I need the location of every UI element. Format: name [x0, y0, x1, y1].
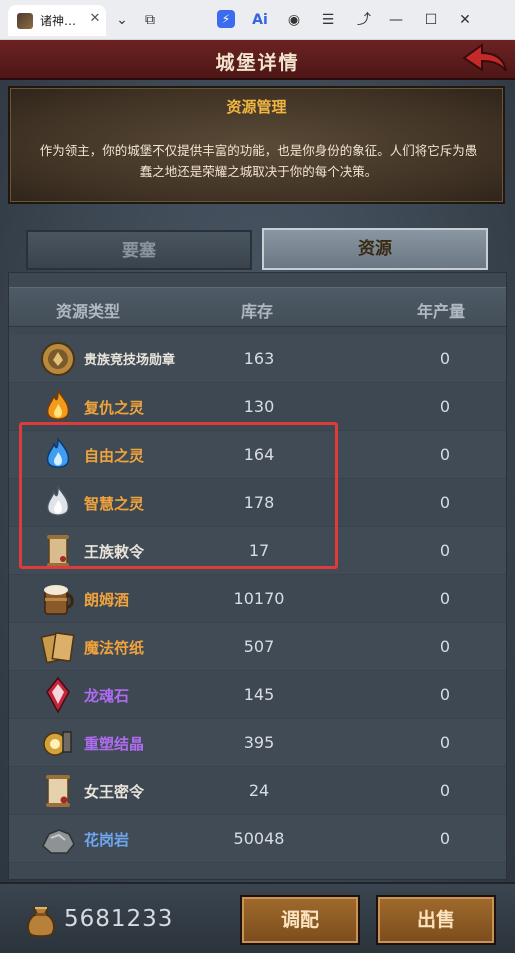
talisman-paper-icon	[40, 632, 75, 664]
resource-stock: 130	[243, 397, 275, 416]
table-row[interactable]: 龙魂石 145 0	[9, 671, 506, 719]
tab-bar: 要塞 资源	[22, 228, 492, 270]
title-bar: 城堡详情	[0, 40, 515, 80]
table-row[interactable]: 花岗岩 50048 0	[9, 815, 506, 863]
resource-yearly-output: 0	[439, 829, 451, 848]
header-yearly-output: 年产量	[417, 302, 466, 321]
resource-yearly-output: 0	[439, 445, 451, 464]
resource-yearly-output: 0	[439, 637, 451, 656]
beer-mug-icon	[44, 585, 74, 615]
game-screen: 城堡详情 资源管理 作为领主，你的城堡不仅提供丰富的功能，也是你身份的象征。人们…	[0, 40, 515, 953]
table-row[interactable]: 朗姆酒 10170 0	[9, 575, 506, 623]
panel-title: 资源管理	[226, 98, 287, 116]
resource-name: 朗姆酒	[84, 591, 130, 609]
table-row[interactable]: 贵族竞技场勋章 163 0	[9, 335, 506, 383]
resource-name: 龙魂石	[84, 687, 130, 705]
gold-amount: 5681233	[64, 906, 174, 932]
dragon-soul-stone-icon	[46, 676, 70, 714]
tab-title: 诸神…	[40, 14, 77, 28]
page-title: 城堡详情	[215, 52, 300, 74]
resource-yearly-output: 0	[439, 493, 451, 512]
account-icon[interactable]: ◉	[284, 10, 304, 30]
orange-flame-icon	[46, 388, 70, 420]
resource-yearly-output: 0	[439, 541, 451, 560]
window-close-icon[interactable]: ✕	[455, 10, 475, 30]
reforge-crystal-icon	[43, 731, 72, 756]
resource-stock: 163	[243, 349, 275, 368]
resource-yearly-output: 0	[439, 349, 451, 368]
share-icon[interactable]: ⤴	[354, 10, 374, 30]
resource-name: 重塑结晶	[84, 735, 145, 753]
resource-yearly-output: 0	[439, 685, 451, 704]
resource-stock: 24	[248, 781, 270, 800]
back-arrow-icon[interactable]	[460, 42, 508, 76]
tab-resources[interactable]: 资源	[262, 228, 488, 270]
resource-stock: 50048	[233, 829, 285, 848]
header-stock: 库存	[241, 302, 274, 321]
screenshot-icon[interactable]: ⧉	[140, 10, 160, 30]
table-row[interactable]: 女王密令 24 0	[9, 767, 506, 815]
resource-name: 女王密令	[84, 783, 145, 801]
resource-name: 魔法符纸	[84, 639, 145, 657]
tab-close-icon[interactable]: ✕	[88, 12, 102, 26]
resource-name: 复仇之灵	[84, 399, 145, 417]
game-favicon-icon	[17, 13, 33, 29]
table-row[interactable]: 重塑结晶 395 0	[9, 719, 506, 767]
boost-icon[interactable]: ⚡	[217, 10, 235, 28]
medal-icon	[41, 342, 75, 376]
panel-description: 作为领主，你的城堡不仅提供丰富的功能，也是你身份的象征。人们将它斥为愚蠢之地还是…	[39, 143, 478, 179]
resource-stock: 507	[243, 637, 275, 656]
header-resource-type: 资源类型	[56, 302, 121, 321]
menu-icon[interactable]: ☰	[318, 10, 338, 30]
resource-table: 资源类型 库存 年产量 贵族竞技场勋章 163 0 复仇之灵 130 0 自由之灵 164 0 智…	[8, 272, 507, 880]
tab-fortress[interactable]: 要塞	[26, 230, 252, 270]
gold-bag-icon	[27, 907, 55, 938]
granite-icon	[42, 829, 75, 854]
resource-yearly-output: 0	[439, 733, 451, 752]
browser-toolbar: 诸神… ✕ ⌄ ⧉ ⚡ Ai ◉ ☰ ⤴ — ☐ ✕	[0, 0, 515, 40]
resource-info-panel: 资源管理 作为领主，你的城堡不仅提供丰富的功能，也是你身份的象征。人们将它斥为愚…	[8, 86, 505, 204]
resource-yearly-output: 0	[439, 589, 451, 608]
table-header: 资源类型 库存 年产量	[9, 287, 506, 327]
tab-dropdown-icon[interactable]: ⌄	[112, 10, 132, 30]
resource-name: 花岗岩	[84, 831, 130, 849]
adjust-button[interactable]: 调配	[240, 895, 360, 945]
minimize-icon[interactable]: —	[386, 10, 406, 30]
footer-bar: 5681233 调配 出售	[0, 882, 515, 953]
resource-yearly-output: 0	[439, 397, 451, 416]
maximize-icon[interactable]: ☐	[421, 10, 441, 30]
sell-button[interactable]: 出售	[376, 895, 496, 945]
highlight-box	[19, 422, 338, 569]
resource-yearly-output: 0	[439, 781, 451, 800]
resource-stock: 395	[243, 733, 275, 752]
resource-stock: 10170	[233, 589, 285, 608]
browser-tab[interactable]: 诸神… ✕	[8, 5, 106, 36]
ai-icon[interactable]: Ai	[250, 10, 270, 30]
queen-scroll-icon	[46, 775, 70, 807]
resource-name: 贵族竞技场勋章	[84, 353, 176, 368]
resource-stock: 145	[243, 685, 275, 704]
table-row[interactable]: 魔法符纸 507 0	[9, 623, 506, 671]
